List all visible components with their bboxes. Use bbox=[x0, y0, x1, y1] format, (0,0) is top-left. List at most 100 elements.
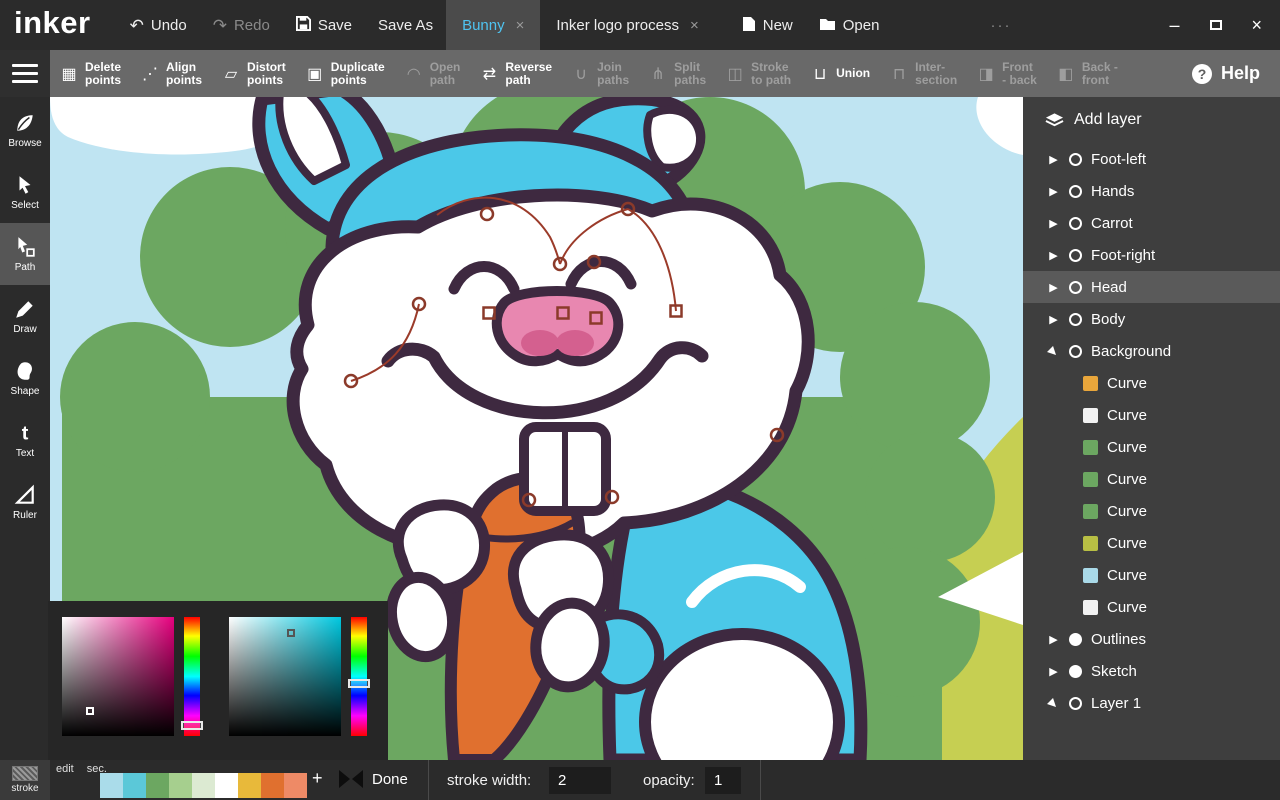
tool-text[interactable]: t Text bbox=[0, 409, 50, 471]
layer-row-curve-1[interactable]: Curve bbox=[1023, 367, 1280, 399]
new-button[interactable]: New bbox=[729, 0, 806, 50]
tab-bunny[interactable]: Bunny × bbox=[446, 0, 540, 50]
tool-select[interactable]: Select bbox=[0, 161, 50, 223]
join-paths-button[interactable]: ∪ Joinpaths bbox=[562, 50, 639, 97]
hue-slider[interactable] bbox=[351, 617, 367, 736]
add-swatch-button[interactable]: + bbox=[312, 768, 323, 789]
align-points-button[interactable]: ⋰ Alignpoints bbox=[131, 50, 212, 97]
redo-button[interactable]: ↷ Redo bbox=[200, 0, 283, 50]
saturation-value-area[interactable] bbox=[229, 617, 341, 736]
tool-path[interactable]: Path bbox=[0, 223, 50, 285]
chevron-right-icon[interactable]: ▶ bbox=[1047, 249, 1060, 262]
layer-row-head[interactable]: ▶ Head bbox=[1023, 271, 1280, 303]
layer-row-carrot[interactable]: ▶ Carrot bbox=[1023, 207, 1280, 239]
save-button[interactable]: Save bbox=[283, 0, 365, 50]
save-as-button[interactable]: Save As bbox=[365, 0, 446, 50]
stroke-tab[interactable]: stroke bbox=[0, 760, 50, 800]
layer-marker-circle[interactable] bbox=[1069, 185, 1082, 198]
overflow-menu-icon[interactable]: ··· bbox=[990, 17, 1011, 34]
layer-color-swatch[interactable] bbox=[1083, 376, 1098, 391]
tab-inker-logo-process[interactable]: Inker logo process × bbox=[540, 0, 714, 50]
open-button[interactable]: Open bbox=[806, 0, 893, 50]
intersection-button[interactable]: ⊓ Inter-section bbox=[880, 50, 967, 97]
palette-swatch[interactable] bbox=[261, 773, 284, 798]
stroke-width-input[interactable] bbox=[549, 767, 611, 794]
chevron-right-icon[interactable]: ▶ bbox=[1047, 665, 1060, 678]
node-bowtie-icon[interactable] bbox=[338, 769, 364, 794]
layer-row-curve-8[interactable]: Curve bbox=[1023, 591, 1280, 623]
layer-color-swatch[interactable] bbox=[1083, 408, 1098, 423]
union-button[interactable]: ⊔ Union bbox=[801, 50, 880, 97]
layer-row-body[interactable]: ▶ Body bbox=[1023, 303, 1280, 335]
open-path-button[interactable]: ◠ Openpath bbox=[395, 50, 471, 97]
layer-row-foot-right[interactable]: ▶ Foot-right bbox=[1023, 239, 1280, 271]
layer-color-swatch[interactable] bbox=[1083, 504, 1098, 519]
chevron-right-icon[interactable]: ▶ bbox=[1047, 633, 1060, 646]
maximize-button[interactable] bbox=[1210, 20, 1222, 30]
tab-close-icon[interactable]: × bbox=[516, 17, 525, 34]
layer-marker-circle[interactable] bbox=[1069, 217, 1082, 230]
layer-row-curve-5[interactable]: Curve bbox=[1023, 495, 1280, 527]
layer-row-curve-4[interactable]: Curve bbox=[1023, 463, 1280, 495]
palette-swatch[interactable] bbox=[192, 773, 215, 798]
layer-marker-circle[interactable] bbox=[1069, 249, 1082, 262]
layer-color-swatch[interactable] bbox=[1083, 600, 1098, 615]
palette-swatch[interactable] bbox=[215, 773, 238, 798]
front-back-button[interactable]: ◨ Front- back bbox=[967, 50, 1047, 97]
duplicate-points-button[interactable]: ▣ Duplicatepoints bbox=[296, 50, 395, 97]
palette-swatch[interactable] bbox=[100, 773, 123, 798]
sv-handle[interactable] bbox=[287, 629, 295, 637]
layer-marker-circle[interactable] bbox=[1069, 281, 1082, 294]
layer-row-outlines[interactable]: ▶ Outlines bbox=[1023, 623, 1280, 655]
add-layer-button[interactable]: Add layer bbox=[1023, 97, 1280, 143]
stroke-to-path-button[interactable]: ◫ Stroketo path bbox=[716, 50, 801, 97]
hamburger-menu-icon[interactable] bbox=[0, 50, 50, 97]
opacity-input[interactable] bbox=[705, 767, 741, 794]
close-button[interactable]: × bbox=[1252, 16, 1263, 34]
edit-label[interactable]: edit bbox=[56, 763, 74, 775]
layer-row-background[interactable]: ▶ Background bbox=[1023, 335, 1280, 367]
layer-row-curve-3[interactable]: Curve bbox=[1023, 431, 1280, 463]
minimize-button[interactable]: – bbox=[1169, 16, 1179, 34]
palette-swatch[interactable] bbox=[238, 773, 261, 798]
layer-row-sketch[interactable]: ▶ Sketch bbox=[1023, 655, 1280, 687]
layer-row-curve-6[interactable]: Curve bbox=[1023, 527, 1280, 559]
layer-marker-circle-filled[interactable] bbox=[1069, 665, 1082, 678]
split-paths-button[interactable]: ⋔ Splitpaths bbox=[639, 50, 716, 97]
layer-color-swatch[interactable] bbox=[1083, 568, 1098, 583]
layer-color-swatch[interactable] bbox=[1083, 472, 1098, 487]
hue-handle[interactable] bbox=[348, 679, 370, 688]
hue-handle[interactable] bbox=[181, 721, 203, 730]
tool-draw[interactable]: Draw bbox=[0, 285, 50, 347]
hue-slider[interactable] bbox=[184, 617, 200, 736]
layer-marker-circle[interactable] bbox=[1069, 345, 1082, 358]
reverse-path-button[interactable]: ⇄ Reversepath bbox=[470, 50, 562, 97]
layer-marker-circle-filled[interactable] bbox=[1069, 633, 1082, 646]
layer-marker-circle[interactable] bbox=[1069, 697, 1082, 710]
delete-points-button[interactable]: ▦ Deletepoints bbox=[50, 50, 131, 97]
chevron-right-icon[interactable]: ▶ bbox=[1047, 281, 1060, 294]
chevron-expanded-icon[interactable]: ▶ bbox=[1044, 694, 1062, 712]
palette-swatch[interactable] bbox=[284, 773, 307, 798]
palette-swatch[interactable] bbox=[123, 773, 146, 798]
done-button[interactable]: Done bbox=[372, 771, 408, 788]
undo-button[interactable]: ↶ Undo bbox=[117, 0, 200, 50]
palette-swatch[interactable] bbox=[169, 773, 192, 798]
layer-color-swatch[interactable] bbox=[1083, 536, 1098, 551]
distort-points-button[interactable]: ▱ Distortpoints bbox=[212, 50, 296, 97]
layer-row-hands[interactable]: ▶ Hands bbox=[1023, 175, 1280, 207]
layer-row-foot-left[interactable]: ▶ Foot-left bbox=[1023, 143, 1280, 175]
chevron-expanded-icon[interactable]: ▶ bbox=[1044, 342, 1062, 360]
layer-marker-circle[interactable] bbox=[1069, 153, 1082, 166]
back-front-button[interactable]: ◧ Back -front bbox=[1047, 50, 1128, 97]
help-button[interactable]: ? Help bbox=[1192, 63, 1280, 84]
palette-swatch[interactable] bbox=[146, 773, 169, 798]
layer-row-curve-7[interactable]: Curve bbox=[1023, 559, 1280, 591]
tool-browse[interactable]: Browse bbox=[0, 99, 50, 161]
layer-row-curve-2[interactable]: Curve bbox=[1023, 399, 1280, 431]
layer-color-swatch[interactable] bbox=[1083, 440, 1098, 455]
layer-marker-circle[interactable] bbox=[1069, 313, 1082, 326]
chevron-right-icon[interactable]: ▶ bbox=[1047, 217, 1060, 230]
chevron-right-icon[interactable]: ▶ bbox=[1047, 153, 1060, 166]
tab-close-icon[interactable]: × bbox=[690, 17, 699, 34]
